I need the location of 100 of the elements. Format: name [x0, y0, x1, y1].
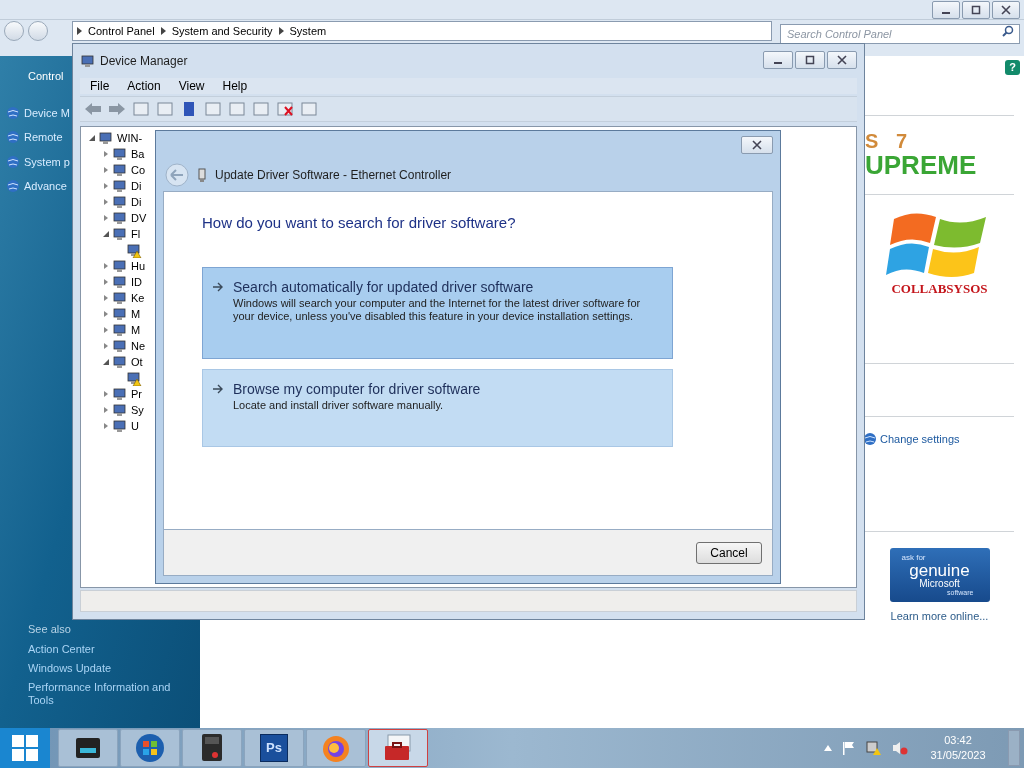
- expand-arrow-icon[interactable]: [103, 263, 109, 269]
- taskbar-button[interactable]: Ps: [244, 729, 304, 767]
- maximize-button[interactable]: [795, 51, 825, 69]
- option-description: Locate and install driver software manually.: [233, 398, 445, 412]
- device-icon: [112, 210, 128, 226]
- tree-item[interactable]: Ne: [131, 338, 146, 354]
- expand-arrow-icon[interactable]: [103, 151, 109, 157]
- device-icon: [112, 162, 128, 178]
- learn-more-link[interactable]: Learn more online...: [890, 608, 989, 625]
- help-button[interactable]: ?: [1005, 60, 1020, 75]
- tree-item[interactable]: DV: [131, 210, 147, 226]
- badge-text: ask for: [901, 554, 926, 562]
- tree-item[interactable]: Co: [131, 162, 146, 178]
- calculator-icon: [200, 733, 224, 763]
- shield-globe-icon: [6, 130, 20, 145]
- cancel-button[interactable]: Cancel: [696, 541, 762, 564]
- chevron-icon: [278, 27, 284, 35]
- tree-item[interactable]: Ba: [131, 146, 145, 162]
- nav-link[interactable]: Advance: [24, 178, 67, 195]
- brand-text: COLLABSYSOS: [891, 280, 988, 298]
- breadcrumb-item[interactable]: Control Panel: [88, 22, 155, 40]
- close-button[interactable]: [741, 136, 773, 154]
- tree-item[interactable]: U: [131, 418, 139, 434]
- minimize-button[interactable]: [932, 0, 960, 19]
- nav-link[interactable]: System p: [24, 153, 70, 170]
- option-title: Search automatically for updated driver software: [233, 277, 535, 296]
- nav-link[interactable]: Windows Update: [28, 662, 112, 675]
- nav-link[interactable]: Device M: [24, 104, 70, 121]
- minimize-button[interactable]: [763, 51, 793, 69]
- collapse-arrow-icon[interactable]: [89, 135, 95, 141]
- tree-item[interactable]: Fl: [131, 226, 141, 242]
- expand-arrow-icon[interactable]: [103, 183, 109, 189]
- taskbar-button[interactable]: [58, 729, 118, 767]
- uninstall-icon[interactable]: [276, 101, 294, 117]
- expand-arrow-icon[interactable]: [103, 279, 109, 285]
- forward-arrow-icon[interactable]: [108, 101, 126, 117]
- expand-arrow-icon[interactable]: [103, 311, 109, 317]
- expand-arrow-icon[interactable]: [103, 295, 109, 301]
- change-settings-link[interactable]: Change settings: [880, 430, 960, 447]
- option-button[interactable]: Browse my computer for driver software Locate and install driver software manually.: [202, 368, 673, 447]
- close-button[interactable]: [827, 51, 857, 69]
- maximize-button[interactable]: [962, 0, 990, 19]
- expand-arrow-icon[interactable]: [103, 407, 109, 413]
- clock-date: 31/05/2023: [930, 748, 986, 763]
- device-icon: [112, 226, 128, 242]
- device-icon: [80, 53, 96, 69]
- nav-link[interactable]: Remote: [24, 129, 63, 146]
- option-title: Browse my computer for driver software: [233, 379, 481, 398]
- taskbar-button[interactable]: [182, 729, 242, 767]
- dialog-title: Update Driver Software - Ethernet Controller: [215, 167, 452, 184]
- show-hidden-icons-icon[interactable]: [824, 745, 832, 751]
- collapse-arrow-icon[interactable]: [103, 359, 109, 365]
- nav-link[interactable]: Control: [28, 68, 64, 85]
- tree-item[interactable]: Di: [131, 194, 142, 210]
- toolbox-icon: [382, 733, 414, 763]
- speaker-muted-icon[interactable]: [892, 740, 908, 756]
- expand-arrow-icon[interactable]: [103, 327, 109, 333]
- shield-globe-icon: [6, 105, 20, 120]
- back-arrow-icon[interactable]: [84, 101, 102, 117]
- back-button[interactable]: [4, 21, 24, 41]
- expand-arrow-icon[interactable]: [103, 343, 109, 349]
- tree-item[interactable]: Ke: [131, 290, 145, 306]
- device-icon: [112, 418, 128, 434]
- tree-item[interactable]: Sy: [131, 402, 144, 418]
- tree-item[interactable]: M: [131, 306, 141, 322]
- flag-icon[interactable]: [842, 741, 856, 755]
- breadcrumb-item[interactable]: System: [289, 22, 327, 40]
- nav-link[interactable]: Action Center: [28, 643, 95, 656]
- tree-item[interactable]: WIN-: [117, 130, 143, 146]
- option-button[interactable]: [202, 266, 673, 359]
- collapse-arrow-icon[interactable]: [103, 231, 109, 237]
- device-icon: [112, 338, 128, 354]
- tree-item[interactable]: Di: [131, 178, 142, 194]
- device-icon: [112, 386, 128, 402]
- tree-item[interactable]: Ot: [131, 354, 143, 370]
- expand-arrow-icon[interactable]: [103, 391, 109, 397]
- expand-arrow-icon[interactable]: [103, 215, 109, 221]
- tree-item[interactable]: M: [131, 322, 141, 338]
- menu-item[interactable]: Help: [222, 77, 248, 95]
- expand-arrow-icon[interactable]: [103, 423, 109, 429]
- device-icon: [112, 290, 128, 306]
- menu-item[interactable]: View: [178, 77, 205, 95]
- device-icon: [112, 306, 128, 322]
- expand-arrow-icon[interactable]: [103, 167, 109, 173]
- search-field[interactable]: Search Control Panel: [780, 24, 1020, 44]
- breadcrumb-item[interactable]: System and Security: [171, 22, 273, 40]
- tree-item[interactable]: Hu: [131, 258, 146, 274]
- close-button[interactable]: [992, 0, 1020, 19]
- nav-link[interactable]: Performance Information and Tools: [28, 681, 188, 707]
- forward-button[interactable]: [28, 21, 48, 41]
- start-button[interactable]: [0, 728, 50, 768]
- menu-item[interactable]: Action: [127, 77, 161, 95]
- taskbar-button[interactable]: [368, 729, 428, 767]
- device-icon: [112, 194, 128, 210]
- network-warning-icon[interactable]: [866, 740, 882, 756]
- tree-item[interactable]: ID: [131, 274, 142, 290]
- tree-item[interactable]: Pr: [131, 386, 142, 402]
- expand-arrow-icon[interactable]: [103, 199, 109, 205]
- back-button[interactable]: [165, 163, 189, 187]
- menu-item[interactable]: File: [90, 77, 110, 95]
